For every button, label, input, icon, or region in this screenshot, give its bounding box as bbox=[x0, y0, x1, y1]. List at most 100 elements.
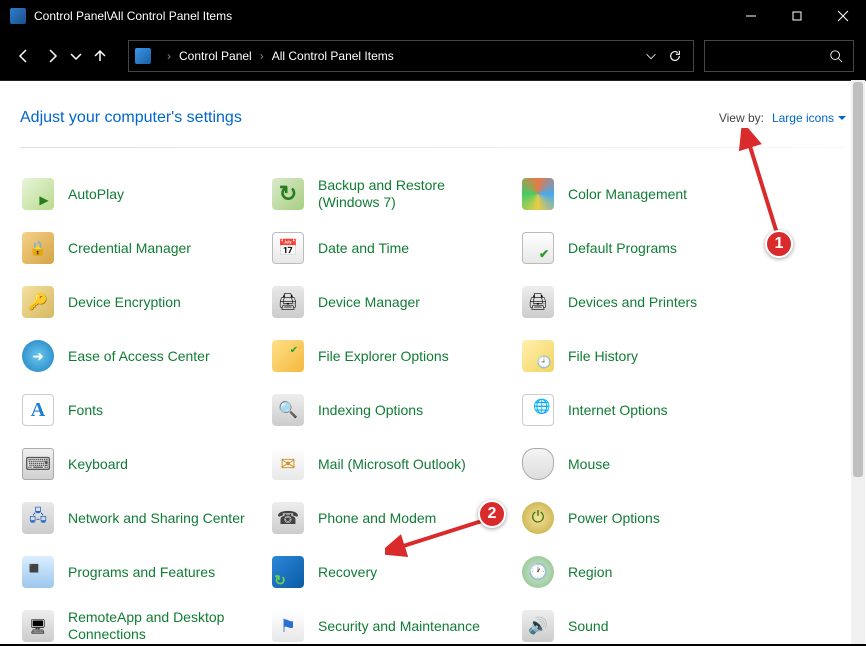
location-icon bbox=[135, 48, 151, 64]
window-titlebar: Control Panel\All Control Panel Items bbox=[0, 0, 866, 32]
view-by-dropdown[interactable]: Large icons bbox=[772, 111, 846, 125]
control-panel-item[interactable]: File Explorer Options bbox=[270, 338, 520, 374]
control-panel-item[interactable]: Fonts bbox=[20, 392, 270, 428]
refresh-button[interactable] bbox=[663, 49, 687, 63]
vertical-scrollbar[interactable] bbox=[851, 80, 865, 644]
remote-icon bbox=[20, 608, 56, 644]
color-icon bbox=[520, 176, 556, 212]
cred-icon bbox=[20, 230, 56, 266]
control-panel-item[interactable]: AutoPlay bbox=[20, 176, 270, 212]
control-panel-item[interactable]: Device Manager bbox=[270, 284, 520, 320]
inet-icon bbox=[520, 392, 556, 428]
control-panel-item[interactable]: File History bbox=[520, 338, 770, 374]
control-panel-item-label: Ease of Access Center bbox=[68, 348, 210, 365]
chevron-right-icon: › bbox=[260, 49, 264, 63]
control-panel-item-label: Security and Maintenance bbox=[318, 618, 480, 635]
back-button[interactable] bbox=[12, 38, 36, 74]
control-panel-item[interactable]: Devices and Printers bbox=[520, 284, 770, 320]
control-panel-item-label: Power Options bbox=[568, 510, 660, 527]
fonts-icon bbox=[20, 392, 56, 428]
control-panel-item-label: Color Management bbox=[568, 186, 687, 203]
caret-down-icon bbox=[838, 114, 846, 122]
control-panel-item-label: Internet Options bbox=[568, 402, 668, 419]
control-panel-item[interactable]: RemoteApp and Desktop Connections bbox=[20, 608, 270, 644]
breadcrumb-segment[interactable]: All Control Panel Items bbox=[272, 49, 394, 63]
control-panel-item-label: Keyboard bbox=[68, 456, 128, 473]
chevron-right-icon: › bbox=[167, 49, 171, 63]
minimize-button[interactable] bbox=[728, 0, 774, 32]
control-panel-item-label: Date and Time bbox=[318, 240, 409, 257]
control-panel-item[interactable]: Mail (Microsoft Outlook) bbox=[270, 446, 520, 482]
backup-icon bbox=[270, 176, 306, 212]
control-panel-item-label: Device Manager bbox=[318, 294, 420, 311]
power-icon bbox=[520, 500, 556, 536]
maximize-button[interactable] bbox=[774, 0, 820, 32]
control-panel-item-label: Programs and Features bbox=[68, 564, 215, 581]
control-panel-item-label: RemoteApp and Desktop Connections bbox=[68, 609, 248, 643]
address-bar[interactable]: › Control Panel › All Control Panel Item… bbox=[128, 40, 694, 72]
filehist-icon bbox=[520, 338, 556, 374]
page-heading: Adjust your computer's settings bbox=[20, 109, 242, 127]
control-panel-item[interactable]: Default Programs bbox=[520, 230, 770, 266]
control-panel-item-label: Network and Sharing Center bbox=[68, 510, 245, 527]
netshare-icon bbox=[20, 500, 56, 536]
address-history-button[interactable] bbox=[639, 49, 663, 63]
annotation-badge-1: 1 bbox=[765, 230, 793, 258]
date-icon bbox=[270, 230, 306, 266]
control-panel-item[interactable]: Indexing Options bbox=[270, 392, 520, 428]
control-panel-item[interactable]: Credential Manager bbox=[20, 230, 270, 266]
control-panel-item-label: Credential Manager bbox=[68, 240, 191, 257]
control-panel-item-label: Fonts bbox=[68, 402, 103, 419]
region-icon bbox=[520, 554, 556, 590]
control-panel-item[interactable]: Region bbox=[520, 554, 770, 590]
index-icon bbox=[270, 392, 306, 428]
control-panel-item[interactable]: Keyboard bbox=[20, 446, 270, 482]
recent-locations-button[interactable] bbox=[68, 38, 84, 74]
control-panel-item[interactable]: Sound bbox=[520, 608, 770, 644]
forward-button[interactable] bbox=[40, 38, 64, 74]
control-panel-item[interactable]: Programs and Features bbox=[20, 554, 270, 590]
control-panel-item-label: Phone and Modem bbox=[318, 510, 436, 527]
autoplay-icon bbox=[20, 176, 56, 212]
control-panel-item[interactable]: Network and Sharing Center bbox=[20, 500, 270, 536]
keyboard-icon bbox=[20, 446, 56, 482]
breadcrumb-segment[interactable]: Control Panel bbox=[179, 49, 252, 63]
control-panel-item[interactable]: Ease of Access Center bbox=[20, 338, 270, 374]
view-by-value: Large icons bbox=[772, 111, 834, 125]
ease-icon bbox=[20, 338, 56, 374]
recovery-icon bbox=[270, 554, 306, 590]
control-panel-item[interactable]: Power Options bbox=[520, 500, 770, 536]
control-panel-item[interactable]: Security and Maintenance bbox=[270, 608, 520, 644]
control-panel-item[interactable]: Date and Time bbox=[270, 230, 520, 266]
control-panel-item-label: AutoPlay bbox=[68, 186, 124, 203]
control-panel-item-label: Default Programs bbox=[568, 240, 677, 257]
mail-icon bbox=[270, 446, 306, 482]
content-area: Adjust your computer's settings View by:… bbox=[0, 80, 866, 644]
control-panel-item[interactable]: Mouse bbox=[520, 446, 770, 482]
app-icon bbox=[10, 8, 26, 24]
control-panel-item-label: Device Encryption bbox=[68, 294, 181, 311]
sound-icon bbox=[520, 608, 556, 644]
control-panel-item[interactable]: Device Encryption bbox=[20, 284, 270, 320]
default-icon bbox=[520, 230, 556, 266]
control-panel-item[interactable]: Backup and Restore (Windows 7) bbox=[270, 176, 520, 212]
search-icon bbox=[829, 49, 843, 63]
divider bbox=[20, 147, 846, 148]
up-button[interactable] bbox=[88, 38, 112, 74]
scrollbar-thumb[interactable] bbox=[853, 82, 863, 477]
control-panel-item-label: Devices and Printers bbox=[568, 294, 697, 311]
close-button[interactable] bbox=[820, 0, 866, 32]
deviceenc-icon bbox=[20, 284, 56, 320]
control-panel-item-label: Mouse bbox=[568, 456, 610, 473]
control-panel-item-label: Sound bbox=[568, 618, 608, 635]
control-panel-item-label: Indexing Options bbox=[318, 402, 423, 419]
control-panel-item[interactable]: Recovery bbox=[270, 554, 520, 590]
control-panel-item-label: File History bbox=[568, 348, 638, 365]
phone-icon bbox=[270, 500, 306, 536]
search-input[interactable] bbox=[704, 40, 854, 72]
control-panel-item[interactable]: Color Management bbox=[520, 176, 770, 212]
control-panel-item-label: File Explorer Options bbox=[318, 348, 449, 365]
fileexp-icon bbox=[270, 338, 306, 374]
control-panel-item[interactable]: Internet Options bbox=[520, 392, 770, 428]
control-panel-item-label: Mail (Microsoft Outlook) bbox=[318, 456, 466, 473]
